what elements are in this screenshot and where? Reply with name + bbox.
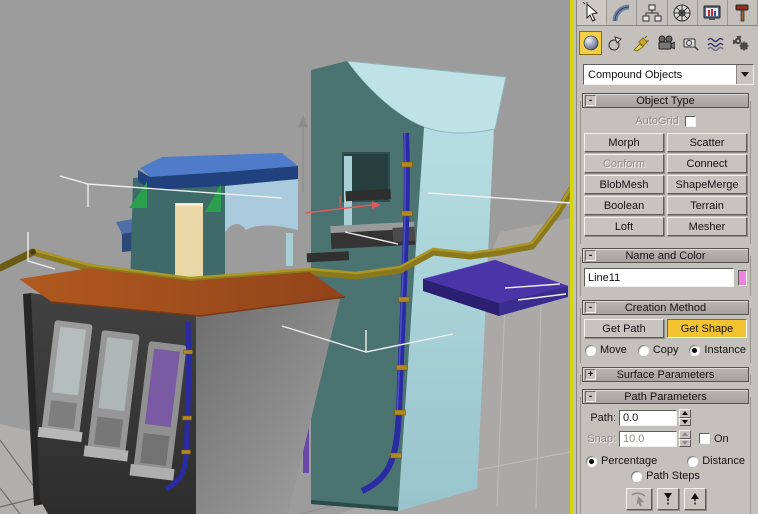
rollout-title: Creation Method [596,302,735,314]
rollout-header-surface-parameters[interactable]: + Surface Parameters [582,367,749,382]
rollout-name-and-color: - Name and Color [582,248,749,293]
tab-modify[interactable] [607,0,637,25]
wheel-icon [672,3,692,23]
sphere-icon [583,35,599,51]
camera-icon [657,35,675,51]
arrow-down-icon [662,491,674,507]
tab-display[interactable] [698,0,728,25]
autogrid-label: AutoGrid [635,115,678,127]
category-lights[interactable] [629,31,652,55]
expand-toggle[interactable]: + [585,369,596,380]
tab-utilities[interactable] [728,0,758,25]
category-helpers[interactable] [679,31,702,55]
autogrid-checkbox[interactable] [685,116,696,127]
on-label: On [714,433,729,445]
tab-motion[interactable] [668,0,698,25]
rollout-title: Surface Parameters [596,369,735,381]
rollout-object-type: - Object Type AutoGrid Morph Scatter Con… [582,93,749,241]
snap-label: Snap: [583,433,616,445]
monitor-icon [702,3,722,23]
snap-value-input[interactable] [619,431,677,447]
scatter-button[interactable]: Scatter [667,133,747,152]
node-tree-icon [642,3,662,23]
category-shapes[interactable] [604,31,627,55]
chevron-down-icon[interactable] [736,65,753,84]
loft-button[interactable]: Loft [584,217,664,236]
subcategory-dropdown[interactable]: Compound Objects [583,64,754,85]
snap-spinner[interactable] [679,430,691,447]
expand-toggle[interactable]: - [585,391,596,402]
on-checkbox[interactable] [699,433,710,444]
flashlight-icon [632,35,649,52]
get-path-button[interactable]: Get Path [584,319,664,338]
shapemerge-button[interactable]: ShapeMerge [667,175,747,194]
blobmesh-button[interactable]: BlobMesh [584,175,664,194]
radio-path-steps[interactable]: Path Steps [631,470,700,482]
door [175,205,203,279]
helpers-icon [682,35,699,51]
rollout-path-parameters: - Path Parameters Path: Snap: On [582,389,749,514]
category-space-warps[interactable] [704,31,727,55]
expand-toggle[interactable]: - [585,250,596,261]
rollout-creation-method: - Creation Method Get Path Get Shape Mov… [582,300,749,360]
path-label: Path: [583,412,616,424]
dropdown-value: Compound Objects [584,69,736,81]
radio-distance[interactable]: Distance [687,455,745,467]
warehouse-building[interactable] [19,268,345,514]
command-panel: Compound Objects - Object Type AutoGrid … [576,0,758,514]
on-checkbox-row[interactable]: On [699,433,729,445]
arrow-up-icon [689,491,701,507]
boolean-button[interactable]: Boolean [584,196,664,215]
object-color-swatch[interactable] [738,270,747,286]
radio-copy[interactable]: Copy [638,344,679,356]
hammer-icon [732,3,752,23]
connect-button[interactable]: Connect [667,154,747,173]
previous-shape-button[interactable] [657,488,679,510]
expand-toggle[interactable]: - [585,95,596,106]
morph-button[interactable]: Morph [584,133,664,152]
object-type-buttons: Morph Scatter Conform Connect BlobMesh S… [583,132,748,237]
category-cameras[interactable] [654,31,677,55]
category-bar [577,28,758,58]
rollout-surface-parameters: + Surface Parameters [582,367,749,382]
path-spinner[interactable] [679,409,691,426]
tab-hierarchy[interactable] [637,0,667,25]
rollout-header-name-and-color[interactable]: - Name and Color [582,248,749,263]
viewport-perspective[interactable] [0,0,573,514]
rollout-header-path-parameters[interactable]: - Path Parameters [582,389,749,404]
radio-move[interactable]: Move [585,344,627,356]
radio-percentage[interactable]: Percentage [586,455,657,467]
get-shape-button[interactable]: Get Shape [667,319,747,338]
shapes-icon [607,35,624,52]
category-systems[interactable] [729,31,752,55]
viewport-scene [0,0,570,514]
radio-instance[interactable]: Instance [689,344,746,356]
rollout-header-creation-method[interactable]: - Creation Method [582,300,749,315]
conform-button[interactable]: Conform [584,154,664,173]
next-shape-button[interactable] [684,488,706,510]
rollout-header-object-type[interactable]: - Object Type [582,93,749,108]
waves-icon [707,35,725,51]
rollout-title: Object Type [596,95,735,107]
mesher-button[interactable]: Mesher [667,217,747,236]
path-value-input[interactable] [619,410,677,426]
terrain-button[interactable]: Terrain [667,196,747,215]
arrow-cursor-icon [582,2,602,22]
bent-pipe-icon [612,3,632,23]
command-panel-tabs [577,0,758,26]
pick-shape-icon [630,491,648,507]
category-geometry[interactable] [579,31,602,55]
rollout-title: Path Parameters [596,391,735,403]
expand-toggle[interactable]: - [585,302,596,313]
rollout-title: Name and Color [596,250,735,262]
gears-icon [732,35,749,52]
object-name-input[interactable] [584,268,734,287]
tab-create[interactable] [577,0,607,25]
pick-shape-button[interactable] [626,488,652,510]
